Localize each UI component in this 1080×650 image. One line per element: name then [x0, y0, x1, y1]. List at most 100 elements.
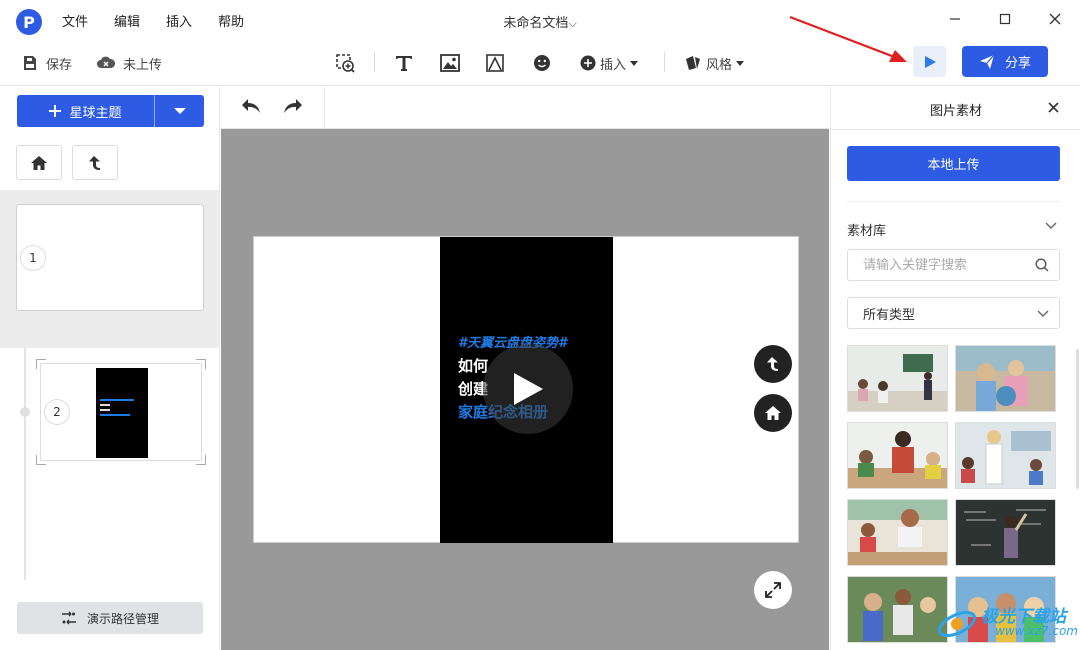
library-collapse-button[interactable]: [1045, 219, 1057, 234]
toolbar-divider: [374, 52, 375, 72]
expand-icon: [765, 582, 781, 598]
video-element[interactable]: #天翼云盘盘姿势# 如何 创建 家庭纪念相册: [440, 237, 613, 543]
close-icon: [1049, 13, 1061, 25]
theme-dropdown-button[interactable]: [155, 95, 204, 127]
mini-text-line: [100, 404, 110, 406]
share-button[interactable]: 分享: [962, 46, 1048, 77]
upload-status-label: 未上传: [123, 57, 163, 73]
path-manage-button[interactable]: 演示路径管理: [17, 602, 203, 634]
menu-edit[interactable]: 编辑: [114, 11, 140, 30]
close-icon: [1047, 101, 1059, 113]
route-icon: [61, 611, 76, 625]
search-icon[interactable]: [1035, 258, 1049, 272]
chevron-down-icon[interactable]: ⌵: [568, 17, 576, 30]
cloud-icon: [97, 56, 115, 68]
redo-button[interactable]: [283, 98, 303, 120]
mini-text-line: [100, 409, 110, 411]
style-label: 风格: [706, 57, 733, 73]
theme-button-group: 星球主题: [17, 95, 204, 127]
image-thumbnail[interactable]: [955, 499, 1056, 566]
slide-number: 2: [44, 399, 70, 425]
path-line: [24, 348, 26, 580]
emoji-tool-button[interactable]: [529, 50, 555, 76]
local-upload-button[interactable]: 本地上传: [847, 146, 1060, 181]
image-thumbnail[interactable]: [847, 576, 948, 643]
insert-dropdown[interactable]: 插入: [580, 50, 639, 76]
kids-group-image: [848, 577, 947, 642]
canvas-up-button[interactable]: [754, 345, 792, 383]
main-menu: 文件 编辑 插入 帮助: [62, 11, 244, 30]
maximize-button[interactable]: [993, 8, 1017, 30]
image-thumbnail[interactable]: [847, 345, 948, 412]
redo-icon: [284, 99, 302, 113]
search-field[interactable]: [847, 249, 1060, 281]
text-tool-button[interactable]: [391, 50, 417, 76]
maximize-icon: [999, 13, 1011, 25]
fullscreen-button[interactable]: [754, 571, 792, 609]
menu-file[interactable]: 文件: [62, 11, 88, 30]
play-icon: [924, 55, 936, 68]
chevron-down-icon: [1045, 222, 1057, 229]
send-icon: [979, 54, 995, 69]
undo-button[interactable]: [241, 98, 261, 120]
play-icon: [514, 373, 543, 405]
close-window-button[interactable]: [1043, 8, 1067, 30]
text-icon: [396, 56, 412, 71]
present-play-button[interactable]: [913, 46, 946, 77]
minimize-button[interactable]: [943, 8, 967, 30]
image-assets-panel: 图片素材 本地上传 素材库 所有类型: [830, 87, 1080, 650]
panel-divider: [831, 129, 1080, 130]
image-thumbnail[interactable]: [955, 345, 1056, 412]
teacher-kids-image: [848, 423, 947, 488]
save-button[interactable]: 保存: [22, 50, 72, 76]
caret-down-icon: [173, 108, 186, 114]
mini-text-line: [100, 414, 130, 416]
slide-2-video-preview: [96, 368, 148, 458]
caret-down-icon: [736, 61, 745, 66]
undo-icon: [242, 99, 260, 113]
style-dropdown[interactable]: 风格: [684, 50, 745, 76]
image-thumbnail[interactable]: [955, 576, 1056, 643]
canvas-home-button[interactable]: [754, 394, 792, 432]
plus-circle-icon: [580, 55, 596, 71]
classroom-teacher-image: [956, 423, 1055, 488]
type-select-value: 所有类型: [863, 307, 916, 323]
up-arrow-icon: [767, 357, 778, 371]
upload-status[interactable]: 未上传: [97, 50, 162, 76]
home-button[interactable]: [16, 145, 62, 180]
search-input[interactable]: [863, 250, 1033, 280]
menu-insert[interactable]: 插入: [166, 11, 192, 30]
document-title[interactable]: 未命名文档: [503, 16, 568, 31]
image-icon: [440, 54, 460, 72]
editing-canvas[interactable]: #天翼云盘盘姿势# 如何 创建 家庭纪念相册: [221, 129, 829, 650]
up-level-button[interactable]: [72, 145, 118, 180]
plus-icon: [49, 105, 62, 117]
image-thumbnail[interactable]: [847, 499, 948, 566]
students-writing-image: [848, 500, 947, 565]
image-thumbnail[interactable]: [955, 422, 1056, 489]
type-select[interactable]: 所有类型: [847, 297, 1060, 329]
theme-button[interactable]: 星球主题: [17, 95, 155, 127]
shape-tool-button[interactable]: [482, 50, 508, 76]
menu-help[interactable]: 帮助: [218, 11, 244, 30]
kids-smiling-image: [956, 577, 1055, 642]
minimize-icon: [950, 18, 960, 20]
image-tool-button[interactable]: [437, 50, 463, 76]
slides-panel: 星球主题 1 2 演示路径管理: [0, 87, 220, 650]
current-slide[interactable]: #天翼云盘盘姿势# 如何 创建 家庭纪念相册: [253, 236, 799, 543]
share-label: 分享: [1004, 56, 1031, 71]
panel-scrollbar[interactable]: [1076, 349, 1079, 489]
image-thumbnail[interactable]: [847, 422, 948, 489]
close-panel-button[interactable]: [1043, 97, 1063, 117]
path-dot: [20, 407, 30, 417]
home-icon: [31, 155, 47, 170]
frame-add-button[interactable]: [332, 50, 358, 76]
insert-label: 插入: [600, 57, 627, 73]
slide-number: 1: [20, 245, 46, 271]
video-play-button[interactable]: [483, 344, 573, 434]
library-label[interactable]: 素材库: [847, 220, 886, 239]
canvas-toolbar: [221, 87, 829, 129]
save-icon: [24, 56, 36, 70]
app-logo: P: [16, 9, 42, 35]
shape-icon: [486, 54, 504, 72]
